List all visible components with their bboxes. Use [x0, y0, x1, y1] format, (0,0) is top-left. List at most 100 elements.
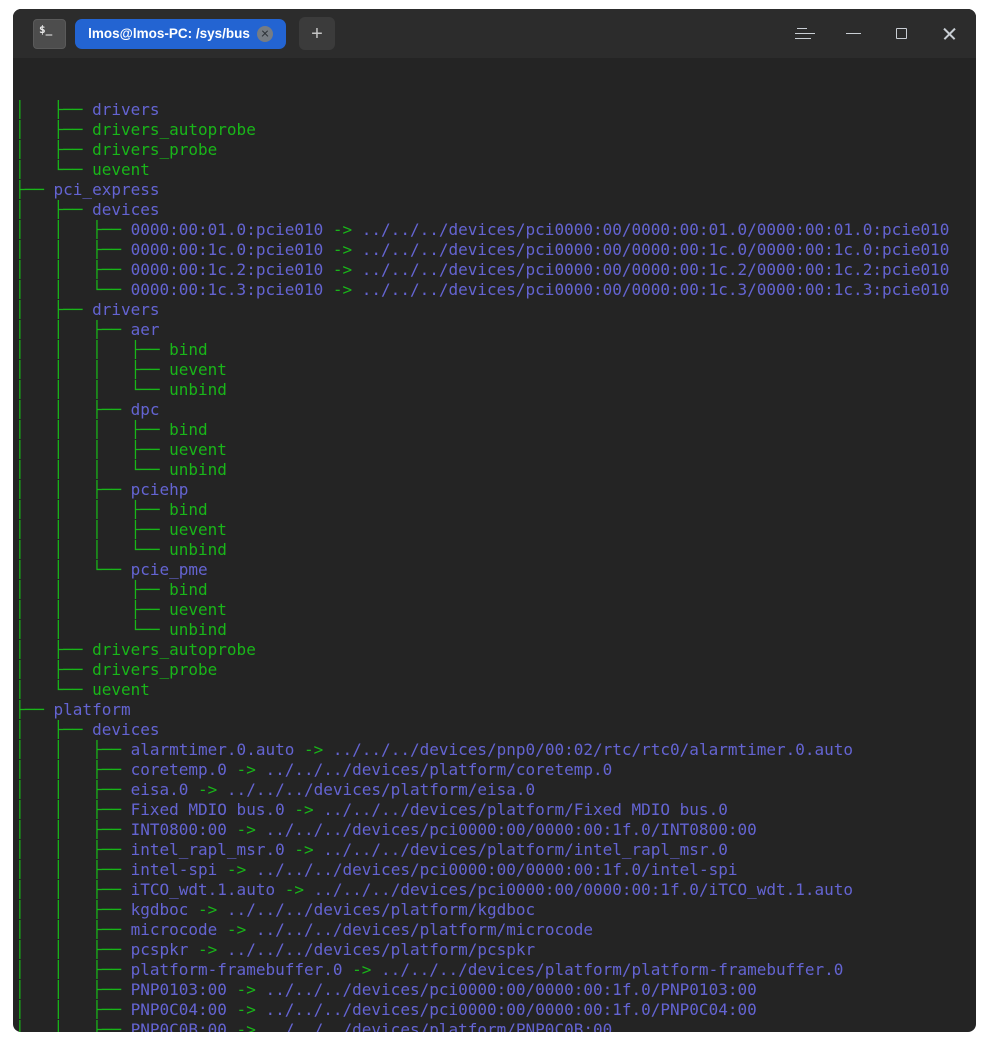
symlink-arrow: -> [217, 860, 256, 879]
entry-name-file: bind [169, 580, 208, 599]
symlink-target: ../../../devices/platform/eisa.0 [227, 780, 535, 799]
tree-row: │ ├── drivers_probe [15, 140, 976, 160]
tree-branch-lines: │ └── [15, 160, 92, 179]
symlink-target: ../../../devices/pci0000:00/0000:00:1c.2… [362, 260, 950, 279]
tree-row: │ ├── devices [15, 200, 976, 220]
tree-row: │ │ ├── microcode -> ../../../devices/pl… [15, 920, 976, 940]
tree-row: │ │ ├── platform-framebuffer.0 -> ../../… [15, 960, 976, 980]
tree-branch-lines: │ │ │ └── [15, 460, 169, 479]
entry-name-link: 0000:00:1c.3:pcie010 [131, 280, 324, 299]
entry-name-dir: platform [54, 700, 131, 719]
tree-branch-lines: │ │ ├── [15, 880, 131, 899]
tree-branch-lines: │ │ ├── [15, 900, 131, 919]
tree-row: │ │ ├── aer [15, 320, 976, 340]
symlink-arrow: -> [217, 920, 256, 939]
entry-name-link: PNP0C04:00 [131, 1000, 227, 1019]
tree-branch-lines: │ │ ├── [15, 960, 131, 979]
entry-name-dir: pcie_pme [131, 560, 208, 579]
entry-name-dir: drivers [92, 300, 159, 319]
tree-branch-lines: │ │ ├── [15, 800, 131, 819]
tree-row: │ │ │ ├── uevent [15, 440, 976, 460]
entry-name-link: intel_rapl_msr.0 [131, 840, 285, 859]
tree-branch-lines: │ │ ├── [15, 860, 131, 879]
maximize-button[interactable] [877, 9, 925, 58]
new-tab-button[interactable]: + [299, 17, 335, 50]
symlink-target: ../../../devices/pci0000:00/0000:00:01.0… [362, 220, 950, 239]
minimize-button[interactable] [829, 9, 877, 58]
tree-row: │ │ │ ├── bind [15, 340, 976, 360]
tree-row: │ ├── drivers [15, 100, 976, 120]
tree-row: │ │ ├── Fixed MDIO bus.0 -> ../../../dev… [15, 800, 976, 820]
entry-name-link: iTCO_wdt.1.auto [131, 880, 276, 899]
symlink-target: ../../../devices/platform/intel_rapl_msr… [323, 840, 728, 859]
symlink-target: ../../../devices/pci0000:00/0000:00:1f.0… [314, 880, 853, 899]
terminal-viewport[interactable]: │ ├── drivers│ ├── drivers_autoprobe│ ├─… [13, 58, 976, 1032]
symlink-target: ../../../devices/platform/microcode [256, 920, 593, 939]
entry-name-file: drivers_autoprobe [92, 120, 256, 139]
tree-branch-lines: │ │ ├── [15, 220, 131, 239]
entry-name-file: uevent [92, 680, 150, 699]
tree-branch-lines: │ │ └── [15, 280, 131, 299]
tree-row: │ │ │ ├── bind [15, 500, 976, 520]
entry-name-file: uevent [169, 520, 227, 539]
titlebar[interactable]: $_ lmos@lmos-PC: /sys/bus + [13, 9, 976, 58]
tab-close-button[interactable] [257, 26, 273, 42]
symlink-arrow: -> [323, 280, 362, 299]
tree-row: │ │ ├── kgdboc -> ../../../devices/platf… [15, 900, 976, 920]
tree-branch-lines: │ │ ├── [15, 1000, 131, 1019]
tree-branch-lines: │ │ ├── [15, 920, 131, 939]
entry-name-link: PNP0103:00 [131, 980, 227, 999]
tree-row: │ │ ├── intel_rapl_msr.0 -> ../../../dev… [15, 840, 976, 860]
tab-sys-bus[interactable]: lmos@lmos-PC: /sys/bus [75, 19, 286, 49]
tree-row: │ │ │ └── unbind [15, 540, 976, 560]
entry-name-file: unbind [169, 620, 227, 639]
tree-row: │ │ ├── PNP0103:00 -> ../../../devices/p… [15, 980, 976, 1000]
tree-row: │ │ ├── 0000:00:1c.2:pcie010 -> ../../..… [15, 260, 976, 280]
symlink-arrow: -> [323, 220, 362, 239]
entry-name-link: coretemp.0 [131, 760, 227, 779]
symlink-arrow: -> [188, 900, 227, 919]
entry-name-file: unbind [169, 540, 227, 559]
tree-branch-lines: │ │ ├── [15, 980, 131, 999]
symlink-target: ../../../devices/platform/pcspkr [227, 940, 535, 959]
tree-branch-lines: │ ├── [15, 720, 92, 739]
symlink-target: ../../../devices/pci0000:00/0000:00:1f.0… [265, 1000, 756, 1019]
symlink-target: ../../../devices/pci0000:00/0000:00:1f.0… [256, 860, 738, 879]
tree-branch-lines: │ ├── [15, 120, 92, 139]
tree-branch-lines: │ │ ├── [15, 780, 131, 799]
symlink-target: ../../../devices/pnp0/00:02/rtc/rtc0/ala… [333, 740, 853, 759]
entry-name-file: drivers_probe [92, 660, 217, 679]
symlink-arrow: -> [343, 960, 382, 979]
tree-row: │ │ ├── uevent [15, 600, 976, 620]
symlink-arrow: -> [323, 240, 362, 259]
entry-name-link: kgdboc [131, 900, 189, 919]
entry-name-dir: pci_express [54, 180, 160, 199]
entry-name-file: bind [169, 340, 208, 359]
tree-branch-lines: │ │ ├── [15, 760, 131, 779]
entry-name-link: alarmtimer.0.auto [131, 740, 295, 759]
tree-branch-lines: │ │ │ ├── [15, 340, 169, 359]
tree-row: │ ├── devices [15, 720, 976, 740]
tree-row: │ │ ├── INT0800:00 -> ../../../devices/p… [15, 820, 976, 840]
entry-name-link: Fixed MDIO bus.0 [131, 800, 285, 819]
entry-name-file: unbind [169, 460, 227, 479]
tree-branch-lines: │ │ └── [15, 620, 169, 639]
maximize-icon [896, 28, 907, 39]
symlink-arrow: -> [227, 820, 266, 839]
symlink-target: ../../../devices/pci0000:00/0000:00:1f.0… [265, 980, 756, 999]
entry-name-link: eisa.0 [131, 780, 189, 799]
tree-branch-lines: │ │ ├── [15, 600, 169, 619]
close-window-button[interactable] [925, 9, 973, 58]
tree-branch-lines: │ │ ├── [15, 400, 131, 419]
entry-name-file: drivers_probe [92, 140, 217, 159]
tree-branch-lines: │ ├── [15, 200, 92, 219]
tree-row: │ │ │ └── unbind [15, 380, 976, 400]
minimize-icon [846, 33, 861, 35]
tree-branch-lines: │ │ │ ├── [15, 440, 169, 459]
tree-row: │ │ ├── 0000:00:01.0:pcie010 -> ../../..… [15, 220, 976, 240]
tree-branch-lines: │ │ │ └── [15, 380, 169, 399]
entry-name-link: pcspkr [131, 940, 189, 959]
entry-name-link: INT0800:00 [131, 820, 227, 839]
menu-button[interactable] [781, 9, 829, 58]
symlink-target: ../../../devices/platform/PNP0C0B:00 [265, 1020, 612, 1032]
